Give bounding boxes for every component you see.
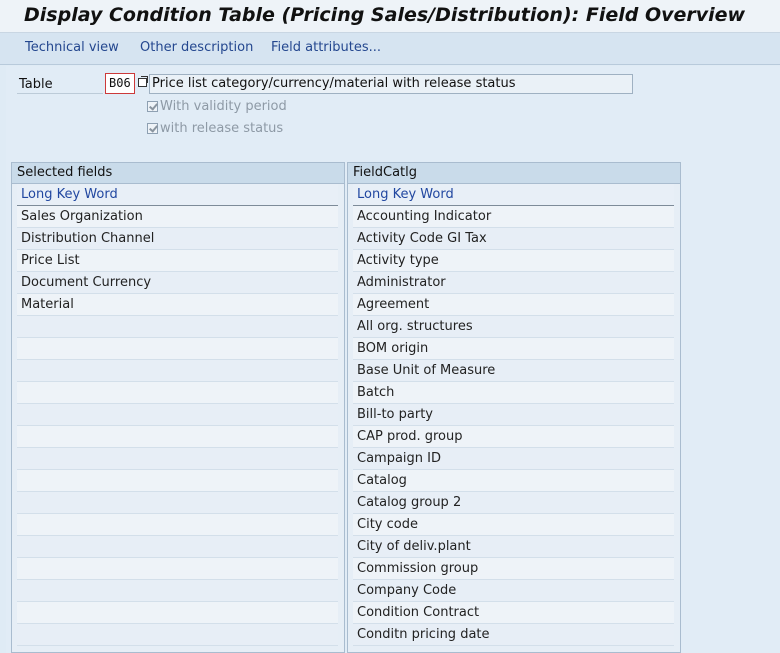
catalog-field-row[interactable]: Catalog group 2 [353,492,674,514]
table-label: Table [19,77,53,92]
catalog-field-row[interactable]: All org. structures [353,316,674,338]
selected-field-row[interactable]: Distribution Channel [17,228,338,250]
table-label-underline [17,93,103,94]
field-catalog-panel: FieldCatlg Long Key Word Accounting Indi… [347,162,681,653]
selected-field-row[interactable] [17,360,338,382]
selected-field-row[interactable] [17,492,338,514]
selected-field-row[interactable] [17,382,338,404]
validity-period-label: With validity period [160,99,287,114]
table-description-field: Price list category/currency/material wi… [149,74,633,94]
catalog-field-row[interactable]: Activity type [353,250,674,272]
catalog-field-row[interactable]: Commission group [353,558,674,580]
selected-field-row[interactable]: Document Currency [17,272,338,294]
selected-field-row[interactable] [17,316,338,338]
field-catalog-column-header[interactable]: Long Key Word [353,184,674,206]
value-help-icon[interactable] [138,76,148,87]
selected-field-row[interactable] [17,558,338,580]
catalog-field-row[interactable]: Agreement [353,294,674,316]
release-status-checkbox: with release status [147,121,283,136]
window-title: Display Condition Table (Pricing Sales/D… [24,4,746,26]
catalog-field-row[interactable]: Company Code [353,580,674,602]
field-catalog-table: Long Key Word Accounting Indicator Activi… [353,184,674,646]
selected-field-row[interactable] [17,338,338,360]
checkbox-checked-icon [147,123,158,134]
table-number-field[interactable]: B06 [105,73,135,94]
selected-field-row[interactable]: Price List [17,250,338,272]
selected-fields-column-header[interactable]: Long Key Word [17,184,338,206]
selected-field-row[interactable] [17,580,338,602]
catalog-field-row[interactable]: City of deliv.plant [353,536,674,558]
catalog-field-row[interactable]: Administrator [353,272,674,294]
catalog-field-row[interactable]: Base Unit of Measure [353,360,674,382]
catalog-field-row[interactable]: BOM origin [353,338,674,360]
catalog-field-row[interactable]: City code [353,514,674,536]
selected-field-row[interactable]: Material [17,294,338,316]
selected-field-row[interactable] [17,404,338,426]
other-description-button[interactable]: Other description [140,40,253,55]
title-bar: Display Condition Table (Pricing Sales/D… [0,0,780,33]
catalog-field-row[interactable]: Conditn pricing date [353,624,674,646]
validity-period-checkbox: With validity period [147,99,287,114]
catalog-field-row[interactable]: CAP prod. group [353,426,674,448]
application-toolbar: Technical view Other description Field a… [0,33,780,65]
catalog-field-row[interactable]: Batch [353,382,674,404]
catalog-field-row[interactable]: Activity Code GI Tax [353,228,674,250]
catalog-field-row[interactable]: Campaign ID [353,448,674,470]
catalog-field-row[interactable]: Accounting Indicator [353,206,674,228]
catalog-field-row[interactable]: Catalog [353,470,674,492]
catalog-field-row[interactable]: Bill-to party [353,404,674,426]
selected-fields-table: Long Key Word Sales Organization Distribu… [17,184,338,646]
selected-field-row[interactable]: Sales Organization [17,206,338,228]
selected-fields-panel: Selected fields Long Key Word Sales Orga… [11,162,345,653]
release-status-label: with release status [160,121,284,136]
selected-field-row[interactable] [17,426,338,448]
selected-field-row[interactable] [17,448,338,470]
selected-field-row[interactable] [17,602,338,624]
selected-field-row[interactable] [17,514,338,536]
selected-fields-title: Selected fields [12,163,344,184]
field-catalog-title: FieldCatlg [348,163,680,184]
field-attributes-button[interactable]: Field attributes... [271,40,381,55]
selected-field-row[interactable] [17,470,338,492]
technical-view-button[interactable]: Technical view [25,40,119,55]
checkbox-checked-icon [147,101,158,112]
catalog-field-row[interactable]: Condition Contract [353,602,674,624]
selected-field-row[interactable] [17,536,338,558]
selected-field-row[interactable] [17,624,338,646]
